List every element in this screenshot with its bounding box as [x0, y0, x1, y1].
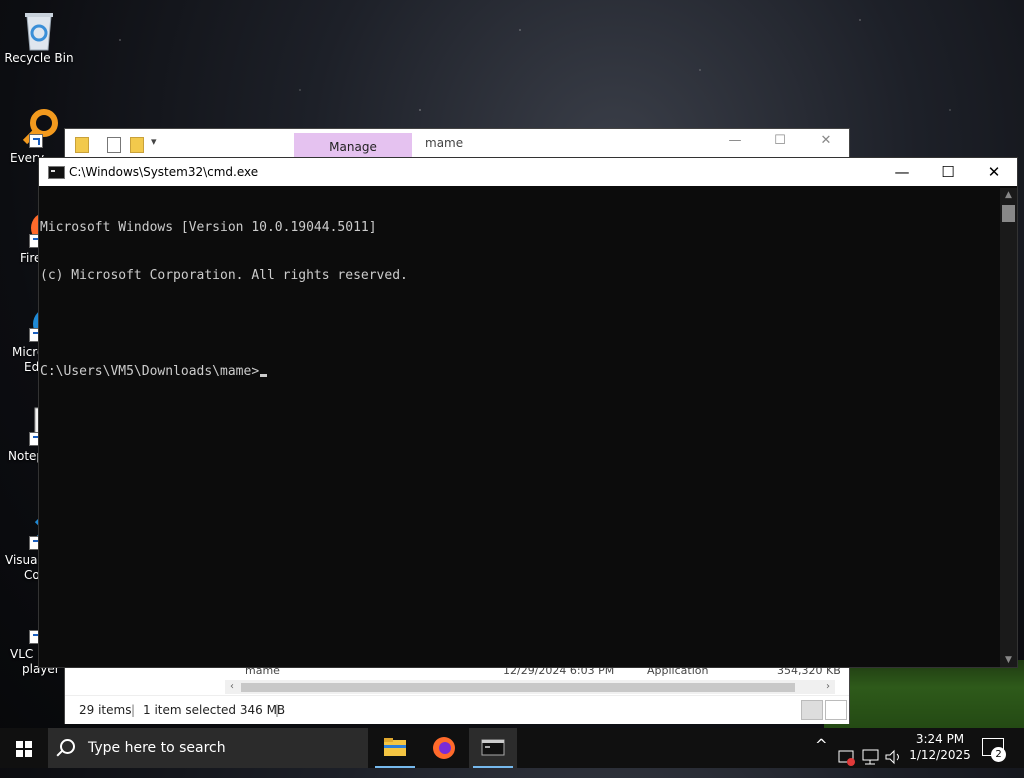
item-count: 29 items — [79, 703, 132, 717]
console-prompt: C:\Users\VM5\Downloads\mame> — [40, 364, 260, 379]
file-name: mame — [245, 667, 280, 677]
file-date: 12/29/2024 6:03 PM — [503, 667, 615, 677]
horizontal-scroll-thumb[interactable] — [241, 683, 795, 692]
text-cursor — [260, 374, 268, 377]
everything-search-icon — [19, 108, 59, 148]
volume-icon[interactable] — [885, 738, 903, 778]
desktop-icon-recycle-bin[interactable]: Recycle Bin — [0, 8, 78, 66]
cmd-app-icon — [48, 166, 65, 179]
taskbar-clock[interactable]: 3:24 PM 1/12/2025 — [905, 731, 975, 763]
taskbar-cmd[interactable] — [469, 728, 517, 768]
tray-chevron-icon[interactable]: ^ — [815, 736, 828, 776]
taskbar: Type here to search ^ 3:24 PM 1/12/2025 … — [0, 728, 1024, 768]
windows-logo-icon — [16, 741, 32, 757]
explorer-statusbar: 29 items | 1 item selected 346 MB | — [65, 695, 849, 724]
status-separator-2: | — [275, 703, 280, 717]
cmd-close-button[interactable]: ✕ — [971, 158, 1017, 186]
cmd-title: C:\Windows\System32\cmd.exe — [69, 165, 259, 179]
file-type: Application — [647, 667, 709, 677]
properties-icon[interactable] — [107, 137, 121, 153]
new-folder-icon[interactable] — [130, 137, 144, 153]
explorer-minimize-button[interactable]: — — [720, 133, 750, 148]
wallpaper-grass — [824, 660, 1024, 728]
cmd-window[interactable]: C:\Windows\System32\cmd.exe — ☐ ✕ Micros… — [38, 157, 1018, 668]
explorer-bottom-area: mame 12/29/2024 6:03 PM Application 354,… — [65, 667, 849, 724]
shortcut-arrow-icon — [29, 134, 43, 148]
taskbar-file-explorer[interactable] — [371, 728, 419, 768]
status-separator: | — [131, 703, 136, 717]
selection-info: 1 item selected 346 MB — [143, 703, 286, 717]
recycle-bin-icon — [19, 8, 59, 51]
file-size: 354,320 KB — [777, 667, 841, 677]
firefox-icon — [433, 737, 455, 759]
explorer-close-button[interactable]: ✕ — [811, 133, 841, 148]
explorer-maximize-button[interactable]: ☐ — [765, 133, 795, 148]
details-view-button[interactable] — [801, 700, 823, 720]
file-row-mame[interactable]: mame 12/29/2024 6:03 PM Application 354,… — [225, 667, 849, 679]
console-output[interactable]: Microsoft Windows [Version 10.0.19044.50… — [40, 188, 998, 666]
quick-access-dropdown-icon[interactable]: ▾ — [151, 135, 157, 148]
cmd-titlebar[interactable]: C:\Windows\System32\cmd.exe — ☐ ✕ — [39, 158, 1017, 186]
start-button[interactable] — [0, 728, 48, 768]
vertical-scroll-thumb[interactable] — [1002, 205, 1015, 222]
cmd-minimize-button[interactable]: — — [879, 158, 925, 186]
explorer-titlebar[interactable]: ▾ Manage mame — ☐ ✕ — [65, 129, 849, 159]
folder-icon — [75, 137, 89, 153]
desktop-icon-label: Recycle Bin — [4, 51, 74, 65]
console-line: Microsoft Windows [Version 10.0.19044.50… — [40, 220, 377, 235]
search-icon — [60, 739, 75, 754]
notification-badge: 2 — [991, 747, 1006, 762]
scroll-right-icon[interactable]: › — [821, 680, 835, 694]
network-icon[interactable] — [862, 738, 880, 778]
explorer-title: mame — [425, 136, 464, 150]
large-icons-view-button[interactable] — [825, 700, 847, 720]
cmd-app-icon — [481, 739, 505, 756]
vertical-scrollbar[interactable]: ▲ ▼ — [1000, 188, 1017, 667]
console-prompt-line[interactable]: C:\Users\VM5\Downloads\mame> — [40, 364, 998, 380]
cmd-maximize-button[interactable]: ☐ — [925, 158, 971, 186]
file-explorer-icon — [384, 738, 406, 756]
scroll-left-icon[interactable]: ‹ — [225, 680, 239, 694]
taskbar-search-box[interactable]: Type here to search — [48, 728, 368, 768]
console-line: (c) Microsoft Corporation. All rights re… — [40, 268, 408, 283]
clock-time: 3:24 PM — [915, 732, 965, 746]
horizontal-scrollbar[interactable]: ‹ › — [225, 680, 835, 694]
security-alert-icon[interactable] — [838, 738, 856, 778]
taskbar-firefox[interactable] — [420, 728, 468, 768]
scroll-up-icon[interactable]: ▲ — [1000, 190, 1017, 200]
ribbon-tab-manage[interactable]: Manage — [294, 133, 412, 159]
search-placeholder: Type here to search — [88, 740, 226, 756]
scroll-down-icon[interactable]: ▼ — [1000, 655, 1017, 665]
clock-date: 1/12/2025 — [909, 748, 971, 762]
